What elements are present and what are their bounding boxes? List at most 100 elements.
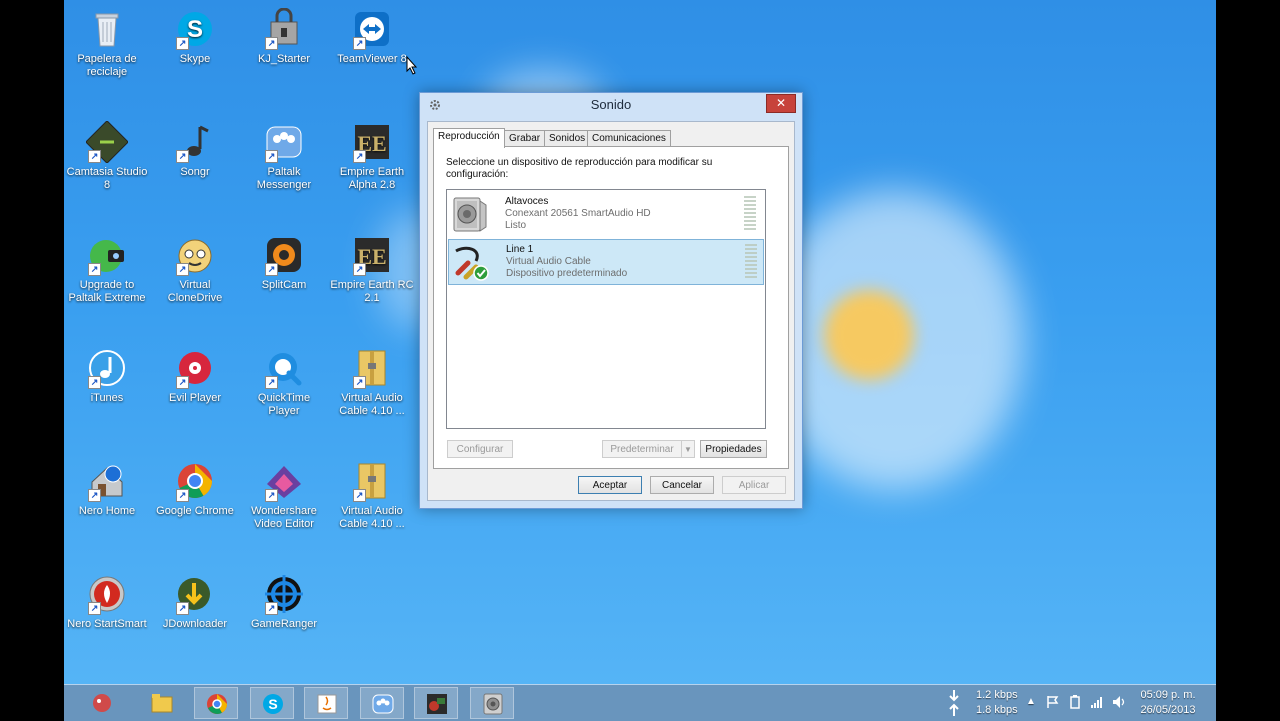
device-row-line-1[interactable]: Line 1 Virtual Audio Cable Dispositivo p… <box>448 239 764 285</box>
tab-reproduccion[interactable]: Reproducción <box>433 128 505 148</box>
set-default-dropdown[interactable]: ▼ <box>681 440 695 458</box>
desktop-icon[interactable]: ↗ QuickTime Player <box>241 347 327 418</box>
desktop-icon[interactable]: ↗ Nero StartSmart <box>64 573 150 631</box>
taskbar-empire-earth[interactable] <box>414 687 458 719</box>
desktop-icon[interactable]: Papelera de reciclaje <box>64 8 150 79</box>
desktop-icon[interactable]: ↗ Virtual CloneDrive <box>152 234 238 305</box>
taskbar-chrome[interactable] <box>194 687 238 719</box>
mouse-cursor <box>406 56 418 75</box>
properties-button[interactable]: Propiedades <box>700 440 767 458</box>
svg-text:S: S <box>187 16 203 43</box>
clock-date: 26/05/2013 <box>1140 704 1196 716</box>
splitcam-icon: ↗ <box>263 234 305 276</box>
set-default-button[interactable]: Predeterminar <box>602 440 682 458</box>
desktop-icon[interactable]: ↗ SplitCam <box>241 234 327 292</box>
ok-button[interactable]: Aceptar <box>578 476 642 494</box>
desktop-icon-label: Songr <box>180 166 210 178</box>
desktop-icon[interactable]: EE ↗ Empire Earth Alpha 2.8 <box>329 121 415 192</box>
desktop-icon-label: QuickTime Player <box>257 392 311 417</box>
wondershare-icon: ↗ <box>263 460 305 502</box>
wifi-signal-icon[interactable] <box>1090 695 1104 709</box>
desktop-icon[interactable]: ↗ Songr <box>152 121 238 179</box>
desktop-icon[interactable]: S ↗ Skype <box>152 8 238 66</box>
tab-sonidos[interactable]: Sonidos <box>544 130 591 147</box>
camtasia-icon: ↗ <box>86 121 128 163</box>
transfer-arrows-icon <box>949 690 959 716</box>
desktop-icon[interactable]: ↗ iTunes <box>64 347 150 405</box>
action-center-flag-icon[interactable] <box>1046 695 1060 709</box>
java-icon <box>317 694 337 714</box>
desktop-icon-label: Virtual Audio Cable 4.10 ... <box>339 392 405 417</box>
battery-icon[interactable] <box>1068 695 1082 709</box>
configure-button[interactable]: Configurar <box>447 440 513 458</box>
cancel-button[interactable]: Cancelar <box>650 476 714 494</box>
taskbar-start[interactable] <box>80 687 124 719</box>
desktop-icon[interactable]: EE ↗ Empire Earth RC 2.1 <box>329 234 415 305</box>
volume-meter <box>744 196 756 232</box>
instruction-text: Seleccione un dispositivo de reproducció… <box>446 157 713 180</box>
apply-button[interactable]: Aplicar <box>722 476 786 494</box>
desktop-icon-label: Nero StartSmart <box>67 618 147 630</box>
tab-comunicaciones[interactable]: Comunicaciones <box>587 130 671 147</box>
empire-earth-rc-icon: EE ↗ <box>351 234 393 276</box>
device-name: Line 1 <box>506 244 534 255</box>
desktop-icon[interactable]: ↗ Virtual Audio Cable 4.10 ... <box>329 347 415 418</box>
desktop-icon-label: iTunes <box>90 392 124 404</box>
desktop-icon[interactable]: ↗ Upgrade to Paltalk Extreme <box>64 234 150 305</box>
shortcut-arrow-icon: ↗ <box>265 489 278 502</box>
kj-starter-icon: ↗ <box>263 8 305 50</box>
desktop-icon-label: GameRanger <box>250 618 318 630</box>
desktop-icon-label: Skype <box>179 53 211 65</box>
quicktime-icon: ↗ <box>263 347 305 389</box>
desktop-icon[interactable]: ↗ Paltalk Messenger <box>241 121 327 192</box>
gameranger-icon: ↗ <box>263 573 305 615</box>
desktop-icon[interactable]: ↗ TeamViewer 8 <box>329 8 415 66</box>
desktop-icon[interactable]: ↗ Google Chrome <box>152 460 238 518</box>
desktop-icon[interactable]: ↗ KJ_Starter <box>241 8 327 66</box>
shortcut-arrow-icon: ↗ <box>176 263 189 276</box>
sound-icon <box>483 693 503 715</box>
taskbar-sound[interactable] <box>470 687 514 719</box>
audio-cable-icon <box>455 246 489 281</box>
desktop-icon-label: TeamViewer 8 <box>337 53 407 65</box>
zip-folder-icon: ↗ <box>351 460 393 502</box>
skype-icon: S <box>263 694 283 714</box>
tab-grabar[interactable]: Grabar <box>504 130 546 147</box>
taskbar-java[interactable] <box>304 687 348 719</box>
network-arrows <box>942 685 968 721</box>
close-button[interactable]: ✕ <box>766 94 796 113</box>
chrome-icon <box>207 694 228 714</box>
dialog-title: Sonido <box>590 97 632 112</box>
shortcut-arrow-icon: ↗ <box>88 602 101 615</box>
desktop-icon-label: Google Chrome <box>156 505 234 517</box>
desktop-icon[interactable]: ↗ JDownloader <box>152 573 238 631</box>
clonedrive-icon: ↗ <box>174 234 216 276</box>
device-text: Altavoces Conexant 20561 SmartAudio HD L… <box>505 196 651 232</box>
device-list[interactable]: Altavoces Conexant 20561 SmartAudio HD L… <box>446 189 766 429</box>
desktop-icon[interactable]: ↗ Wondershare Video Editor <box>241 460 327 531</box>
taskbar-paltalk[interactable] <box>360 687 404 719</box>
taskbar-skype[interactable]: S <box>250 687 294 719</box>
desktop-icon[interactable]: ↗ GameRanger <box>241 573 327 631</box>
desktop-icon-label: Evil Player <box>169 392 221 404</box>
download-speed: 1.2 kbps <box>976 689 1018 701</box>
shortcut-arrow-icon: ↗ <box>265 263 278 276</box>
evil-player-icon: ↗ <box>174 347 216 389</box>
desktop-icon-label: JDownloader <box>162 618 228 630</box>
start-icon <box>93 694 111 712</box>
taskbar-file-explorer[interactable] <box>140 687 184 719</box>
playback-panel: Seleccione un dispositivo de reproducció… <box>433 146 789 469</box>
desktop-icon[interactable]: ↗ Virtual Audio Cable 4.10 ... <box>329 460 415 531</box>
clock[interactable]: 05:09 p. m. 26/05/2013 <box>1136 685 1200 721</box>
empire-earth-icon: EE ↗ <box>351 121 393 163</box>
desktop-icon-label: SplitCam <box>261 279 307 291</box>
sound-dialog[interactable]: Sonido ✕ Reproducción Grabar Sonidos Com… <box>419 92 803 509</box>
volume-icon[interactable] <box>1112 695 1126 709</box>
device-row-altavoces[interactable]: Altavoces Conexant 20561 SmartAudio HD L… <box>448 192 762 236</box>
teamviewer-icon: ↗ <box>351 8 393 50</box>
shortcut-arrow-icon: ↗ <box>265 602 278 615</box>
desktop-icon[interactable]: ↗ Evil Player <box>152 347 238 405</box>
tray-expand-icon[interactable]: ▲ <box>1026 696 1036 707</box>
desktop-icon[interactable]: ↗ Camtasia Studio 8 <box>64 121 150 192</box>
desktop-icon[interactable]: ↗ Nero Home <box>64 460 150 518</box>
